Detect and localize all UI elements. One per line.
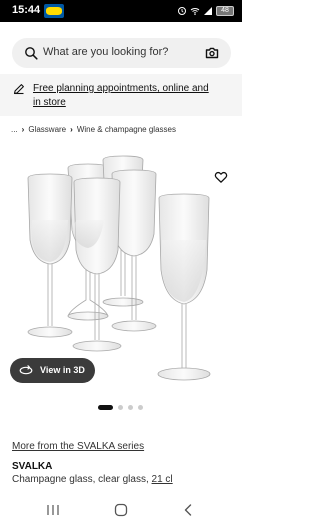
battery-icon: 48 <box>216 6 234 16</box>
carousel-dot[interactable] <box>138 405 143 410</box>
banner-link[interactable]: Free planning appointments, online and i… <box>33 82 218 110</box>
search-icon <box>25 47 38 60</box>
signal-icon <box>204 7 212 15</box>
search-placeholder: What are you looking for? <box>43 46 169 58</box>
planning-banner[interactable]: Free planning appointments, online and i… <box>0 74 242 116</box>
breadcrumb-wine-champagne[interactable]: Wine & champagne glasses <box>77 125 176 134</box>
recents-icon[interactable] <box>46 504 60 516</box>
product-size-link[interactable]: 21 cl <box>152 474 173 485</box>
breadcrumb-separator: › <box>21 125 25 134</box>
heart-icon[interactable] <box>214 170 228 184</box>
series-link[interactable]: More from the SVALKA series <box>12 441 144 452</box>
carousel-dot[interactable] <box>128 405 133 410</box>
product-name: SVALKA <box>12 461 53 472</box>
carousel-dot[interactable] <box>98 405 113 410</box>
alarm-icon <box>178 7 186 15</box>
carousel-indicator <box>98 405 143 410</box>
view-in-3d-label: View in 3D <box>40 365 85 375</box>
product-image[interactable]: View in 3D <box>0 150 242 396</box>
breadcrumb-ellipsis[interactable]: ... <box>11 125 18 134</box>
status-icons: 48 <box>177 4 234 18</box>
home-icon[interactable] <box>114 503 128 517</box>
app-logo-icon <box>44 4 64 18</box>
view-in-3d-button[interactable]: View in 3D <box>10 358 95 383</box>
search-input[interactable]: What are you looking for? <box>12 38 231 68</box>
back-icon[interactable] <box>183 504 193 516</box>
product-description: Champagne glass, clear glass, 21 cl <box>12 474 173 485</box>
pencil-icon <box>13 84 24 95</box>
product-description-text: Champagne glass, clear glass, <box>12 474 152 485</box>
breadcrumb: ... › Glassware › Wine & champagne glasses <box>11 125 176 134</box>
status-bar: 15:44 48 <box>0 0 242 22</box>
breadcrumb-glassware[interactable]: Glassware <box>28 125 66 134</box>
carousel-dot[interactable] <box>118 405 123 410</box>
camera-icon[interactable] <box>205 46 219 60</box>
breadcrumb-separator: › <box>70 125 73 134</box>
status-time: 15:44 <box>12 4 41 16</box>
header: What are you looking for? <box>0 22 242 72</box>
wifi-icon <box>190 8 200 16</box>
system-nav-bar <box>0 497 242 525</box>
rotate-3d-icon <box>19 365 33 375</box>
